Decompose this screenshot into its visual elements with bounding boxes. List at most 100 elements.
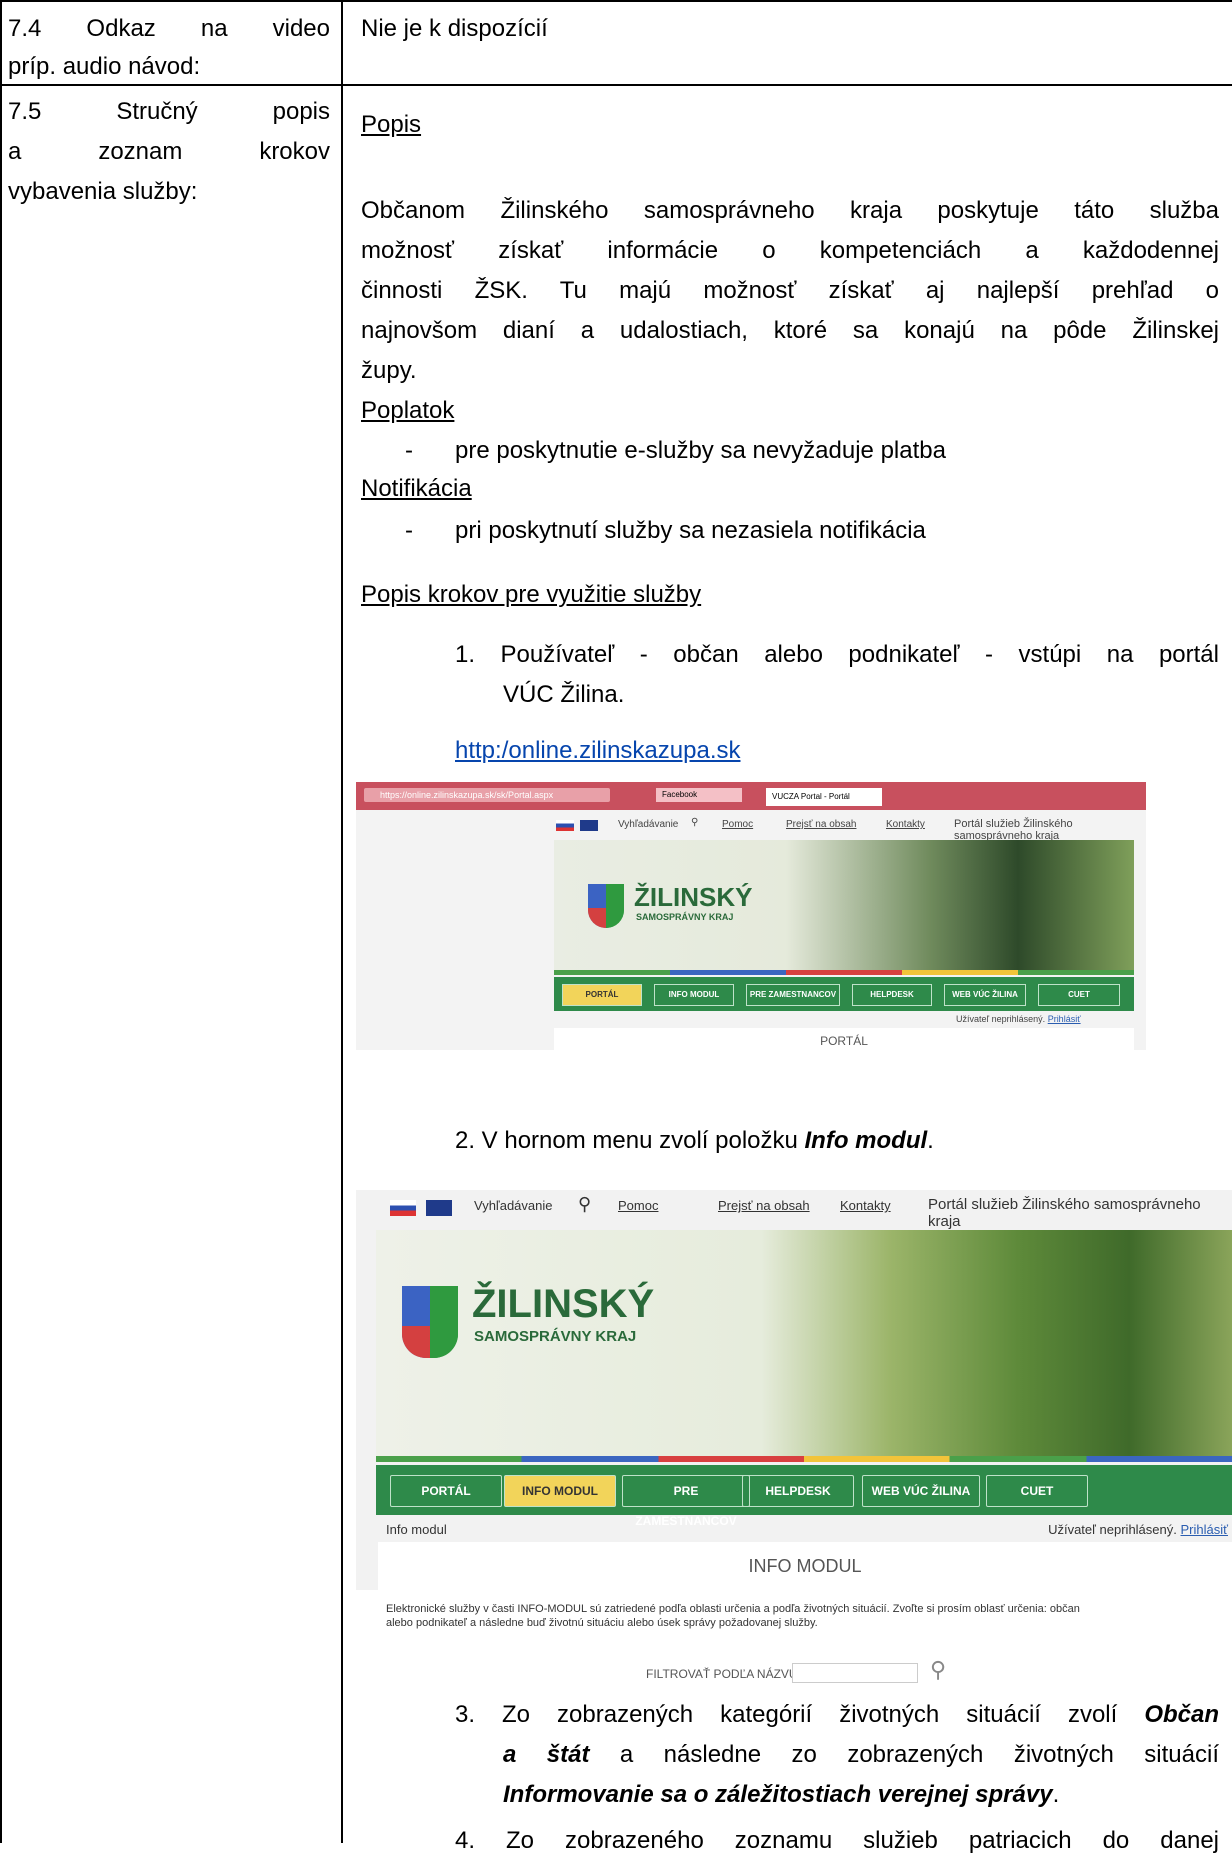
step3-bold-stat: a štát (503, 1741, 590, 1768)
main-nav: PORTÁL INFO MODUL PRE ZAMESTNANCOV HELPD… (554, 977, 1134, 1011)
info-modul-desc-line1: Elektronické služby v časti INFO-MODUL s… (386, 1603, 1080, 1615)
popis-line3: činnosti ŽSK. Tu majú možnosť získať aj … (361, 277, 1219, 304)
nav-helpdesk: HELPDESK (852, 984, 932, 1006)
step3-bold-informovanie: Informovanie sa o záležitostiach verejne… (503, 1781, 1053, 1808)
table-border-left (0, 0, 2, 1843)
step1-line2: VÚC Žilina. (503, 681, 625, 708)
nav-web-vuc: WEB VÚC ŽILINA (862, 1475, 980, 1507)
contacts-link: Kontakty (840, 1198, 891, 1213)
popis-line5: župy. (361, 357, 417, 384)
main-nav: PORTÁL INFO MODUL PRE ZAMESTNANCOV HELPD… (376, 1465, 1232, 1528)
column-divider (341, 0, 343, 1843)
step2-bold: Info modul (804, 1127, 928, 1154)
nav-helpdesk: HELPDESK (742, 1475, 854, 1507)
row-7-4-label-line2: príp. audio návod: (8, 53, 201, 80)
color-stripe (554, 970, 1134, 975)
row-7-5-label-line3: vybavenia služby: (8, 178, 198, 205)
portal-screenshot: https://online.zilinskazupa.sk/sk/Portal… (356, 782, 1146, 1050)
document-page: 7.4 Odkaz na video príp. audio návod: Ni… (0, 0, 1232, 1854)
search-icon: ⚲ (578, 1194, 592, 1214)
browser-tab-bar: https://online.zilinskazupa.sk/sk/Portal… (356, 782, 1146, 810)
breadcrumb: Info modul (386, 1522, 447, 1537)
nav-web-vuc: WEB VÚC ŽILINA (944, 984, 1026, 1006)
row-7-4-value: Nie je k dispozícií (361, 15, 548, 42)
popis-heading: Popis (361, 111, 422, 138)
uk-flag-icon (580, 820, 598, 831)
step3-line2: a štát a následne zo zobrazených životný… (503, 1740, 1219, 1769)
coat-of-arms-icon (588, 884, 624, 928)
portal-title: Portál služieb Žilinského samosprávneho … (928, 1196, 1201, 1230)
notifikacia-heading: Notifikácia (361, 475, 472, 502)
skip-link: Prejsť na obsah (718, 1198, 810, 1213)
color-stripe (376, 1456, 1232, 1462)
step3-text2: a následne zo zobrazených životných situ… (589, 1741, 1219, 1768)
nav-portal: PORTÁL (390, 1475, 502, 1507)
coat-of-arms-icon (402, 1286, 458, 1358)
tab-facebook: Facebook (656, 788, 742, 802)
help-link: Pomoc (722, 819, 754, 830)
notifikacia-item: pri poskytnutí služby sa nezasiela notif… (455, 517, 926, 544)
nav-pre-zamestnancov: PRE ZAMESTNANCOV (746, 984, 840, 1006)
row-7-5-label-line2: a zoznam krokov (8, 138, 330, 165)
help-link: Pomoc (618, 1198, 659, 1213)
popis-line1: Občanom Žilinského samosprávneho kraja p… (361, 197, 1219, 224)
poplatok-dash: - (405, 437, 413, 464)
step2: 2. V hornom menu zvolí položku Info modu… (455, 1126, 934, 1155)
table-border-top (0, 0, 1232, 2)
nav-info-modul: INFO MODUL (504, 1475, 616, 1507)
login-link: Prihlásiť (1047, 1014, 1081, 1024)
address-bar: https://online.zilinskazupa.sk/sk/Portal… (364, 788, 610, 802)
nav-cuet: CUET (1038, 984, 1120, 1006)
nav-pre-zamestnancov: PRE ZAMESTNANCOV (622, 1475, 750, 1528)
filter-label: FILTROVAŤ PODĽA NÁZVU (646, 1667, 798, 1681)
content-panel: INFO MODUL (378, 1542, 1232, 1590)
step2-text: 2. V hornom menu zvolí položku (455, 1127, 805, 1154)
step3-line3: Informovanie sa o záležitostiach verejne… (503, 1780, 1059, 1809)
brand-name: ŽILINSKÝ (634, 882, 753, 912)
row-7-5-label-line1: 7.5 Stručný popis (8, 98, 330, 125)
notifikacia-dash: - (405, 517, 413, 544)
search-link: Vyhľadávanie (618, 819, 679, 830)
step3-text: 3. Zo zobrazených kategórií životných si… (455, 1701, 1145, 1728)
step4-line1: 4. Zo zobrazeného zoznamu služieb patria… (455, 1827, 1219, 1854)
row-7-4-label-line1: 7.4 Odkaz na video (8, 15, 330, 42)
top-links: Vyhľadávanie ⚲ Pomoc Prejsť na obsah Kon… (356, 1190, 1232, 1230)
step1-line1: 1. Používateľ - občan alebo podnikateľ -… (455, 641, 1219, 668)
skip-link: Prejsť na obsah (786, 819, 857, 830)
info-modul-screenshot: Vyhľadávanie ⚲ Pomoc Prejsť na obsah Kon… (356, 1190, 1232, 1590)
popis-line4: najnovšom dianí a udalostiach, ktoré sa … (361, 317, 1219, 344)
user-status: Užívateľ neprihlásený. Prihlásiť (1048, 1522, 1228, 1537)
user-status: Užívateľ neprihlásený. Prihlásiť (956, 1014, 1081, 1024)
nav-info-modul: INFO MODUL (654, 984, 734, 1006)
poplatok-item: pre poskytnutie e-služby sa nevyžaduje p… (455, 437, 946, 464)
user-status-text: Užívateľ neprihlásený. (1048, 1522, 1177, 1537)
tab-active: VUCZA Portal - Portál (766, 788, 882, 806)
portal-link[interactable]: http:/online.zilinskazupa.sk (455, 736, 741, 765)
search-icon: ⚲ (691, 817, 699, 828)
portal-title: Portál služieb Žilinského samosprávneho … (954, 818, 1073, 842)
step3-end: . (1052, 1781, 1060, 1808)
brand-name: ŽILINSKÝ (472, 1282, 655, 1326)
filter-input (792, 1663, 918, 1683)
banner: ŽILINSKÝ SAMOSPRÁVNY KRAJ (554, 840, 1134, 970)
brand-subtitle: SAMOSPRÁVNY KRAJ (474, 1328, 637, 1345)
sk-flag-icon (390, 1200, 416, 1216)
panel-title: INFO MODUL (748, 1556, 862, 1576)
kroky-heading: Popis krokov pre využitie služby (361, 581, 702, 608)
search-link: Vyhľadávanie (474, 1198, 553, 1213)
panel-title: PORTÁL (820, 1034, 868, 1048)
step3-bold-obcan: Občan (1144, 1701, 1219, 1728)
row-divider (0, 84, 1232, 86)
brand-subtitle: SAMOSPRÁVNY KRAJ (636, 912, 734, 922)
uk-flag-icon (426, 1200, 452, 1216)
popis-line2: možnosť získať informácie o kompetenciác… (361, 237, 1219, 264)
poplatok-heading: Poplatok (361, 397, 455, 424)
sk-flag-icon (556, 820, 574, 831)
nav-cuet: CUET (986, 1475, 1088, 1507)
step2-end: . (927, 1127, 934, 1154)
step3-line1: 3. Zo zobrazených kategórií životných si… (455, 1700, 1219, 1729)
info-modul-desc-line2: alebo podnikateľ a následne buď životnú … (386, 1617, 818, 1629)
contacts-link: Kontakty (886, 819, 925, 830)
top-links: Vyhľadávanie ⚲ Pomoc Prejsť na obsah Kon… (556, 814, 1146, 842)
banner: ŽILINSKÝ SAMOSPRÁVNY KRAJ (376, 1230, 1232, 1456)
